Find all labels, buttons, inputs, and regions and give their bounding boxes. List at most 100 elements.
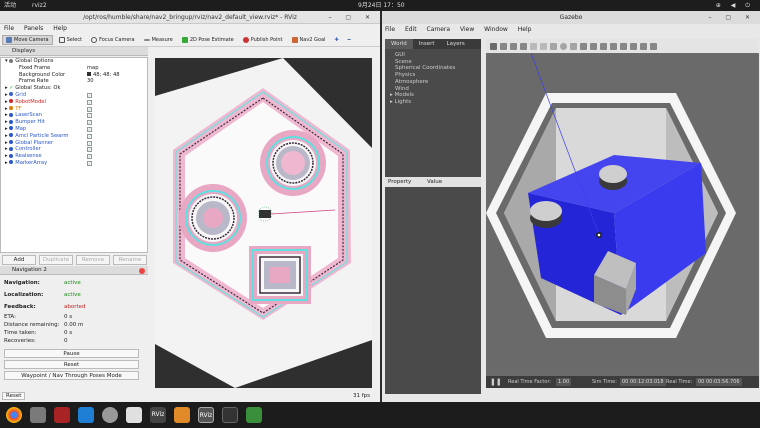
- rename-display-button[interactable]: Rename: [113, 255, 147, 265]
- tool-move-camera[interactable]: Move Camera: [2, 35, 53, 45]
- window-controls[interactable]: – ▢ ✕: [328, 11, 376, 24]
- settings-icon[interactable]: [102, 407, 118, 423]
- rviz-icon[interactable]: RViz: [150, 407, 166, 423]
- tool-select[interactable]: Select: [56, 35, 85, 45]
- display-enable-checkbox[interactable]: ✓: [87, 126, 92, 132]
- display-row[interactable]: ▸ Global Planner ✓: [1, 140, 147, 147]
- display-enable-checkbox[interactable]: ✓: [87, 140, 92, 146]
- tool-measure[interactable]: Measure: [141, 35, 176, 45]
- scale-icon[interactable]: [520, 42, 527, 50]
- display-row[interactable]: ▸ MarkerArray ✓: [1, 160, 147, 167]
- gazebo-window-controls[interactable]: – ▢ ✕: [708, 11, 756, 24]
- gz-menu-edit[interactable]: Edit: [405, 26, 417, 33]
- display-row[interactable]: ▸ RobotModel ✓: [1, 99, 147, 106]
- gz-menu-view[interactable]: View: [460, 26, 474, 33]
- cylinder-shape-icon[interactable]: [570, 42, 577, 50]
- sphere-shape-icon[interactable]: [560, 42, 567, 50]
- option-row[interactable]: Background Color 48; 48; 48: [1, 72, 147, 79]
- option-row[interactable]: Fixed Frame map: [1, 65, 147, 72]
- display-enable-checkbox[interactable]: ✓: [87, 160, 92, 166]
- dir-light-icon[interactable]: [600, 42, 607, 50]
- display-enable-checkbox[interactable]: ✓: [87, 92, 92, 98]
- menu-panels[interactable]: Panels: [24, 25, 43, 32]
- tool-pose-estimate[interactable]: 2D Pose Estimate: [179, 35, 237, 45]
- box-shape-icon[interactable]: [550, 42, 557, 50]
- rviz-3d-viewport[interactable]: [155, 58, 372, 388]
- tool-nav2-goal[interactable]: Nav2 Goal: [289, 35, 329, 45]
- reset-nav-button[interactable]: Reset: [4, 360, 139, 369]
- copy-icon[interactable]: [610, 42, 617, 50]
- gz-menu-file[interactable]: File: [385, 26, 395, 33]
- spot-light-icon[interactable]: [590, 42, 597, 50]
- tool-publish-point[interactable]: Publish Point: [240, 35, 286, 45]
- display-enable-checkbox[interactable]: ✓: [87, 99, 92, 105]
- files-icon[interactable]: [30, 407, 46, 423]
- pause-icon[interactable]: ❚❚: [490, 376, 502, 388]
- rviz-active-icon[interactable]: RViz: [198, 407, 214, 423]
- system-tray[interactable]: ⊕ ◀ ⏻: [716, 0, 754, 11]
- world-item[interactable]: GUI: [385, 52, 481, 59]
- display-enable-checkbox[interactable]: ✓: [87, 147, 92, 153]
- vscode-icon[interactable]: [78, 407, 94, 423]
- point-light-icon[interactable]: [580, 42, 587, 50]
- chrome-icon[interactable]: [6, 407, 22, 423]
- gz-menu-help[interactable]: Help: [518, 26, 532, 33]
- translate-icon[interactable]: [500, 42, 507, 50]
- close-icon[interactable]: [139, 267, 145, 274]
- menu-file[interactable]: File: [4, 25, 14, 32]
- gz-menu-window[interactable]: Window: [484, 26, 508, 33]
- select-mode-icon[interactable]: [490, 42, 497, 50]
- global-options-row[interactable]: ▾ Global Options: [1, 58, 147, 65]
- tab-world[interactable]: World: [385, 39, 413, 49]
- menu-help[interactable]: Help: [53, 25, 67, 32]
- display-row[interactable]: ▸ Map ✓: [1, 126, 147, 133]
- gz-menu-camera[interactable]: Camera: [427, 26, 451, 33]
- display-row[interactable]: ▸ Realsense ✓: [1, 153, 147, 160]
- display-row[interactable]: ▸ Bumper Hit ✓: [1, 119, 147, 126]
- tab-insert[interactable]: Insert: [413, 39, 441, 49]
- clock[interactable]: 9月24日 17：50: [358, 0, 405, 11]
- option-row[interactable]: Frame Rate 30: [1, 78, 147, 85]
- display-row[interactable]: ▸ Grid ✓: [1, 92, 147, 99]
- terminal-icon[interactable]: [222, 407, 238, 423]
- remove-display-button[interactable]: Remove: [76, 255, 110, 265]
- world-item[interactable]: Atmosphere: [385, 79, 481, 86]
- align-icon[interactable]: [630, 42, 637, 50]
- display-enable-checkbox[interactable]: ✓: [87, 154, 92, 160]
- undo-icon[interactable]: [530, 42, 537, 50]
- gazebo-3d-viewport[interactable]: [486, 53, 759, 376]
- screenshot-icon[interactable]: [650, 42, 657, 50]
- activities-button[interactable]: 活动: [4, 0, 16, 11]
- world-item-lights[interactable]: ▸ Lights: [385, 99, 481, 106]
- world-item-models[interactable]: ▸ Models: [385, 92, 481, 99]
- active-app-label[interactable]: rviz2: [32, 0, 47, 11]
- add-display-button[interactable]: Add: [2, 255, 36, 265]
- snap-icon[interactable]: [640, 42, 647, 50]
- display-row[interactable]: ▸ Controller ✓: [1, 146, 147, 153]
- tab-layers[interactable]: Layers: [441, 39, 471, 49]
- trash-icon[interactable]: [246, 407, 262, 423]
- world-item[interactable]: Scene: [385, 59, 481, 66]
- global-status-row[interactable]: ▸ ✓ Global Status: Ok: [1, 85, 147, 92]
- rotate-icon[interactable]: [510, 42, 517, 50]
- world-item[interactable]: Wind: [385, 86, 481, 93]
- pause-button[interactable]: Pause: [4, 349, 139, 358]
- display-enable-checkbox[interactable]: ✓: [87, 133, 92, 139]
- display-enable-checkbox[interactable]: ✓: [87, 106, 92, 112]
- reset-button[interactable]: Reset: [2, 392, 26, 400]
- display-enable-checkbox[interactable]: ✓: [87, 120, 92, 126]
- add-tool-button[interactable]: ✚: [331, 35, 341, 45]
- display-row[interactable]: ▸ Amcl Particle Swarm ✓: [1, 133, 147, 140]
- duplicate-display-button[interactable]: Duplicate: [39, 255, 73, 265]
- paste-icon[interactable]: [620, 42, 627, 50]
- world-item[interactable]: Physics: [385, 72, 481, 79]
- display-row[interactable]: ▸ TF ✓: [1, 106, 147, 113]
- display-row[interactable]: ▸ LaserScan ✓: [1, 112, 147, 119]
- waypoint-mode-button[interactable]: Waypoint / Nav Through Poses Mode: [4, 371, 139, 380]
- world-item[interactable]: Spherical Coordinates: [385, 65, 481, 72]
- layers-icon[interactable]: [174, 407, 190, 423]
- remove-tool-button[interactable]: ━: [345, 35, 354, 45]
- gazebo-icon[interactable]: [126, 407, 142, 423]
- terminal-red-icon[interactable]: [54, 407, 70, 423]
- display-enable-checkbox[interactable]: ✓: [87, 113, 92, 119]
